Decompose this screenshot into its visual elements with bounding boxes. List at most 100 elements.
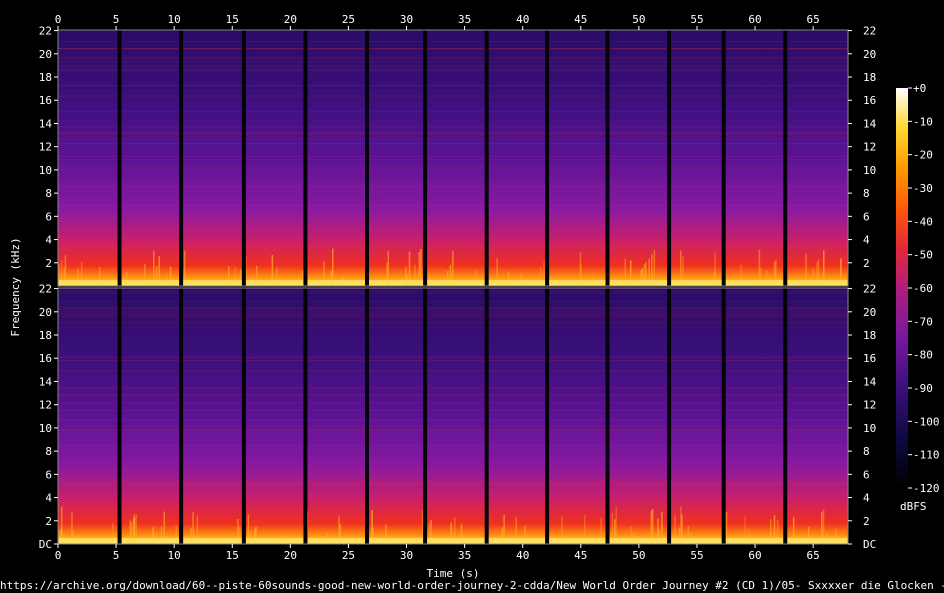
channel-lower-spectrogram	[58, 288, 848, 544]
x-tick-label-top: 20	[284, 13, 297, 26]
y-tick-label-left: 16	[39, 352, 52, 365]
spectrogram-texture-band	[58, 184, 848, 186]
spectrogram-texture-band	[58, 402, 848, 404]
spectrogram-panels	[57, 29, 849, 545]
y-tick-label-left: 4	[45, 234, 52, 247]
segment-separator	[365, 288, 370, 544]
x-tick-label-top: 65	[807, 13, 820, 26]
colorbar-tick-label: -120	[913, 482, 940, 495]
spectrogram-texture-band	[58, 144, 848, 146]
x-tick-label-top: 5	[113, 13, 120, 26]
x-tick-label-top: 45	[574, 13, 587, 26]
y-tick-label-right: 2	[863, 257, 870, 270]
y-tick-label-right: 4	[863, 492, 870, 505]
spectrogram-texture-band	[58, 111, 848, 113]
spectrogram-texture-band	[58, 69, 848, 71]
colorbar-tick-label: -110	[913, 449, 940, 462]
colorbar-tick-label: -10	[913, 115, 933, 128]
y-tick-label-left: 22	[39, 25, 52, 38]
spectrogram-texture-band	[58, 186, 848, 188]
y-tick-label-right: 16	[863, 352, 876, 365]
segment-separator	[605, 288, 610, 544]
segment-separator	[423, 30, 428, 286]
spectrogram-texture-band	[58, 133, 848, 135]
x-tick-label-top: 0	[55, 13, 62, 26]
spectrogram-texture-band	[58, 313, 848, 315]
segment-separator	[484, 288, 489, 544]
segment-separator	[303, 30, 308, 286]
spectrogram-texture-band	[58, 326, 848, 328]
y-axis-left: 2 4 6 8 10 12 14 16 18 20 22 DC 2 4 6 8 10 12 14 16 18 20 22	[39, 25, 58, 551]
segment-separator	[303, 288, 308, 544]
x-tick-label-bottom: 30	[400, 549, 413, 562]
segment-separator	[117, 288, 122, 544]
segment-separator	[667, 30, 672, 286]
colorbar-tick-label: -80	[913, 349, 933, 362]
colorbar-tick-label: -50	[913, 249, 933, 262]
y-tick-label-right: 16	[863, 94, 876, 107]
segment-separator	[241, 30, 246, 286]
x-tick-label-top: 55	[690, 13, 703, 26]
y-tick-label-right: 22	[863, 283, 876, 296]
y-tick-label-right: DC	[863, 538, 876, 551]
spectrogram-texture-band	[58, 126, 848, 128]
segment-separator	[721, 30, 726, 286]
spectrogram-texture-band	[58, 181, 848, 183]
y-tick-label-left: 6	[45, 468, 52, 481]
x-tick-label-bottom: 10	[168, 549, 181, 562]
source-url: https://archive.org/download/60--piste-6…	[0, 579, 944, 592]
y-tick-label-right: 20	[863, 48, 876, 61]
y-tick-label-right: 2	[863, 515, 870, 528]
y-tick-label-left: 12	[39, 141, 52, 154]
spectrogram-texture-band	[58, 429, 848, 431]
y-tick-label-left: 10	[39, 422, 52, 435]
colorbar-tick-label: -60	[913, 282, 933, 295]
segment-separator	[783, 30, 788, 286]
y-tick-label-right: 4	[863, 234, 870, 247]
spectrogram-texture-band	[58, 301, 848, 303]
spectrogram-texture-band	[58, 316, 848, 318]
spectrogram-texture-band	[58, 65, 848, 67]
spectrogram-texture-band	[58, 292, 848, 294]
y-tick-label-right: 14	[863, 375, 877, 388]
y-tick-label-right: 22	[863, 25, 876, 38]
y-tick-label-left: 8	[45, 187, 52, 200]
x-tick-label-top: 30	[400, 13, 413, 26]
segment-separator	[605, 30, 610, 286]
spectrogram-texture-band	[58, 311, 848, 313]
y-axis-right: 2 4 6 8 10 12 14 16 18 20 22 DC 2 4 6 8 10 12 14 16 18 20 22	[848, 25, 877, 551]
x-tick-label-bottom: 50	[632, 549, 645, 562]
spectrogram-texture-band	[58, 291, 848, 293]
spectrogram-texture-band	[58, 445, 848, 447]
spectrogram-texture-band	[58, 70, 848, 72]
spectrogram-texture-band	[58, 132, 848, 134]
spectrogram-texture-band	[58, 306, 848, 308]
spectrogram-texture-band	[58, 394, 848, 396]
segment-separator	[545, 30, 550, 286]
x-axis-bottom: 0 5 10 15 20 25 30 35 40 45 50 55 60 65	[55, 544, 820, 562]
y-tick-label-right: 6	[863, 210, 870, 223]
x-tick-label-bottom: 60	[748, 549, 761, 562]
colorbar-ticks: +0 -10 -20 -30 -40 -50 -60 -70 -80 -90 -100 -110 -12…	[908, 82, 940, 495]
x-tick-label-top: 60	[748, 13, 761, 26]
y-tick-label-left: 2	[45, 515, 52, 528]
x-tick-label-bottom: 25	[342, 549, 355, 562]
colorbar-tick-label: -40	[913, 215, 933, 228]
colorbar	[896, 88, 908, 488]
y-tick-label-right: 14	[863, 117, 877, 130]
y-tick-label-right: 10	[863, 422, 876, 435]
spectrogram-texture-band	[58, 138, 848, 140]
colorbar-tick-label: +0	[913, 82, 926, 95]
y-tick-label-left: 22	[39, 283, 52, 296]
y-tick-label-left: 8	[45, 445, 52, 458]
x-tick-label-bottom: 35	[458, 549, 471, 562]
x-tick-label-top: 35	[458, 13, 471, 26]
channel-upper-spectrogram	[58, 30, 848, 286]
y-tick-label-left: 20	[39, 306, 52, 319]
segment-separator	[545, 288, 550, 544]
spectrogram-texture-band	[58, 61, 848, 63]
segment-separator	[423, 288, 428, 544]
spectrogram-texture-band	[58, 509, 848, 511]
spectrogram-texture-band	[58, 419, 848, 421]
y-axis-label: Frequency (kHz)	[9, 237, 22, 336]
